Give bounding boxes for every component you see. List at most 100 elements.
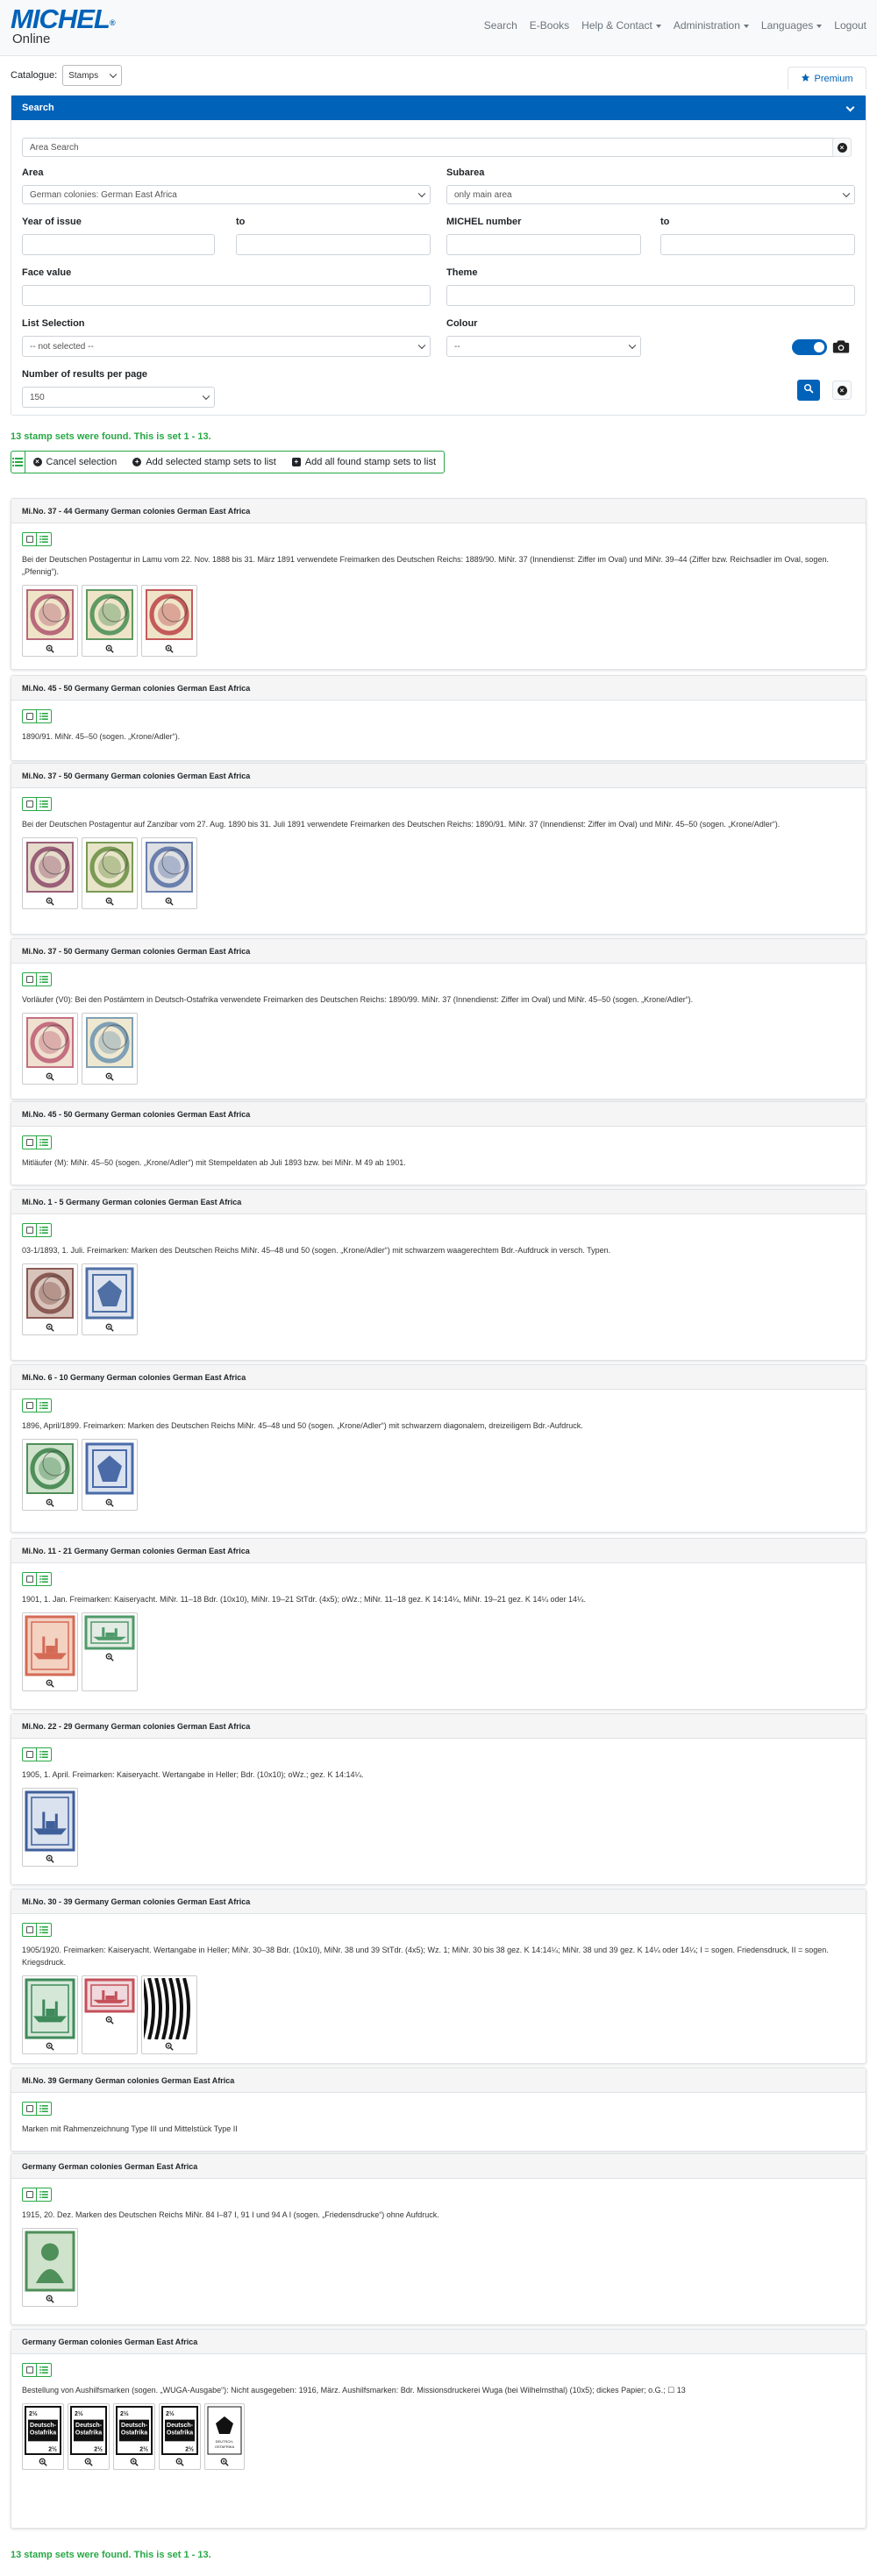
stamp-image[interactable] [84,587,135,642]
stamp-set-list-button[interactable] [37,1924,51,1936]
stamp-set-title[interactable]: Mi.No. 6 - 10 Germany German colonies Ge… [11,1365,866,1390]
stamp-image[interactable] [144,1978,195,2039]
stamp-thumbnail[interactable] [22,1612,78,1691]
stamp-set-list-button[interactable] [37,798,51,810]
stamp-image[interactable] [84,1441,135,1496]
zoom-button[interactable] [23,1071,77,1084]
stamp-set-list-button[interactable] [37,2364,51,2376]
premium-tab[interactable]: Premium [788,67,866,89]
stamp-image[interactable]: Deutsch- Ostafrika 2½ 2½ [116,2406,153,2455]
stamp-set-checkbox[interactable] [23,2364,37,2376]
michel-logo[interactable]: MICHEL® Online [11,5,115,46]
zoom-button[interactable] [23,1498,77,1510]
zoom-button[interactable] [82,2015,137,2027]
stamp-set-title[interactable]: Mi.No. 39 Germany German colonies German… [11,2068,866,2093]
nav-item-languages[interactable]: Languages [761,19,823,32]
stamp-thumbnail[interactable]: DEUTSCH- OSTAFRIKA [204,2403,245,2470]
stamp-image[interactable]: Deutsch- Ostafrika 2½ 2½ [161,2406,198,2455]
stamp-image[interactable] [25,1266,75,1320]
zoom-button[interactable] [82,1498,137,1510]
stamp-set-title[interactable]: Mi.No. 30 - 39 Germany German colonies G… [11,1889,866,1914]
stamp-thumbnail[interactable]: Deutsch- Ostafrika 2½ 2½ [113,2403,155,2470]
add-all-button[interactable]: + Add all found stamp sets to list [284,457,444,467]
stamp-set-title[interactable]: Mi.No. 22 - 29 Germany German colonies G… [11,1714,866,1739]
search-panel-header[interactable]: Search [11,96,866,120]
stamp-thumbnail[interactable] [22,1975,78,2054]
cancel-selection-button[interactable]: × Cancel selection [25,457,125,467]
stamp-set-list-button[interactable] [37,973,51,986]
stamp-thumbnail[interactable] [22,1013,78,1085]
stamp-image[interactable] [84,1015,135,1070]
stamp-image[interactable] [25,2231,75,2292]
stamp-thumbnail[interactable] [22,1788,78,1867]
michel-number-to-input[interactable] [660,234,855,255]
nav-item-e-books[interactable]: E-Books [530,19,569,32]
zoom-button[interactable] [23,644,77,656]
zoom-button[interactable] [23,896,77,908]
stamp-image[interactable] [84,840,135,894]
stamp-image[interactable] [25,1790,75,1852]
stamp-thumbnail[interactable] [141,585,197,657]
stamp-thumbnail[interactable] [82,1013,138,1085]
zoom-button[interactable] [82,644,137,656]
stamp-set-list-button[interactable] [37,2103,51,2115]
zoom-button[interactable] [142,644,196,656]
stamp-image[interactable] [25,1615,75,1676]
stamp-set-title[interactable]: Germany German colonies German East Afri… [11,2154,866,2179]
stamp-set-checkbox[interactable] [23,2188,37,2201]
nav-item-help-contact[interactable]: Help & Contact [581,19,661,32]
stamp-thumbnail[interactable] [82,837,138,909]
stamp-image[interactable]: DEUTSCH- OSTAFRIKA [207,2406,242,2455]
stamp-thumbnail[interactable] [82,1439,138,1511]
stamp-image[interactable] [144,587,195,642]
nav-item-search[interactable]: Search [484,19,517,32]
stamp-set-checkbox[interactable] [23,1136,37,1149]
zoom-button[interactable] [160,2457,200,2469]
zoom-button[interactable] [23,2457,63,2469]
stamp-set-checkbox[interactable] [23,798,37,810]
area-select[interactable]: German colonies: German East Africa [22,185,431,204]
stamp-set-list-button[interactable] [37,1136,51,1149]
zoom-button[interactable] [82,896,137,908]
stamp-thumbnail[interactable] [22,1263,78,1335]
stamp-set-checkbox[interactable] [23,973,37,986]
zoom-button[interactable] [142,896,196,908]
subarea-select[interactable]: only main area [446,185,855,204]
stamp-image[interactable] [84,1266,135,1320]
zoom-button[interactable] [23,1678,77,1690]
stamp-image[interactable] [25,1015,75,1070]
stamp-set-checkbox[interactable] [23,2103,37,2115]
year-to-input[interactable] [236,234,431,255]
stamp-set-checkbox[interactable] [23,1399,37,1412]
nav-item-logout[interactable]: Logout [834,19,866,32]
stamp-set-list-button[interactable] [37,1748,51,1761]
theme-input[interactable] [446,285,855,306]
chevron-down-icon[interactable] [845,103,855,112]
stamp-image[interactable] [144,840,195,894]
stamp-set-checkbox[interactable] [23,1748,37,1761]
stamp-image[interactable] [84,1615,135,1650]
results-per-page-select[interactable]: 150 [22,387,215,408]
stamp-set-checkbox[interactable] [23,1224,37,1236]
stamp-thumbnail[interactable] [22,1439,78,1511]
zoom-button[interactable] [23,1854,77,1866]
stamp-image[interactable]: Deutsch- Ostafrika 2½ 2½ [70,2406,107,2455]
stamp-set-title[interactable]: Mi.No. 11 - 21 Germany German colonies G… [11,1539,866,1563]
stamp-image[interactable] [25,840,75,894]
stamp-thumbnail[interactable] [141,1975,197,2054]
list-selection-select[interactable]: -- not selected -- [22,336,431,357]
stamp-set-list-button[interactable] [37,710,51,722]
nav-item-administration[interactable]: Administration [674,19,749,32]
clear-area-search-button[interactable]: × [832,138,852,157]
stamp-set-title[interactable]: Mi.No. 45 - 50 Germany German colonies G… [11,676,866,701]
stamp-image[interactable] [84,1978,135,2013]
stamp-thumbnail[interactable] [22,2228,78,2307]
area-search-input[interactable]: Area Search [22,138,838,157]
list-icon[interactable] [11,452,25,473]
zoom-button[interactable] [114,2457,154,2469]
zoom-button[interactable] [23,2041,77,2053]
zoom-button[interactable] [142,2041,196,2053]
zoom-button[interactable] [23,2294,77,2306]
stamp-thumbnail[interactable]: Deutsch- Ostafrika 2½ 2½ [68,2403,110,2470]
stamp-thumbnail[interactable]: Deutsch- Ostafrika 2½ 2½ [22,2403,64,2470]
